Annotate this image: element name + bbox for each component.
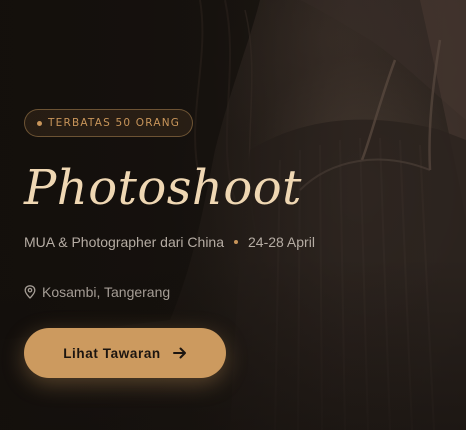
badge-label: TERBATAS 50 ORANG <box>48 117 181 129</box>
page-title: Photoshoot <box>24 160 302 216</box>
hero-banner: TERBATAS 50 ORANG Photoshoot MUA & Photo… <box>0 0 466 430</box>
limited-badge: TERBATAS 50 ORANG <box>24 109 194 137</box>
arrow-right-icon <box>172 347 187 359</box>
event-subtitle: MUA & Photographer dari China 24-28 Apri… <box>24 234 315 250</box>
badge-dot <box>37 120 42 126</box>
map-pin-icon <box>24 285 36 299</box>
service-text: MUA & Photographer dari China <box>24 234 224 250</box>
location-text: Kosambi, Tangerang <box>42 284 171 300</box>
separator-dot <box>234 240 238 244</box>
view-offer-label: Lihat Tawaran <box>63 345 161 361</box>
event-location: Kosambi, Tangerang <box>24 284 170 300</box>
view-offer-button[interactable]: Lihat Tawaran <box>24 328 226 378</box>
date-range: 24-28 April <box>248 234 315 250</box>
